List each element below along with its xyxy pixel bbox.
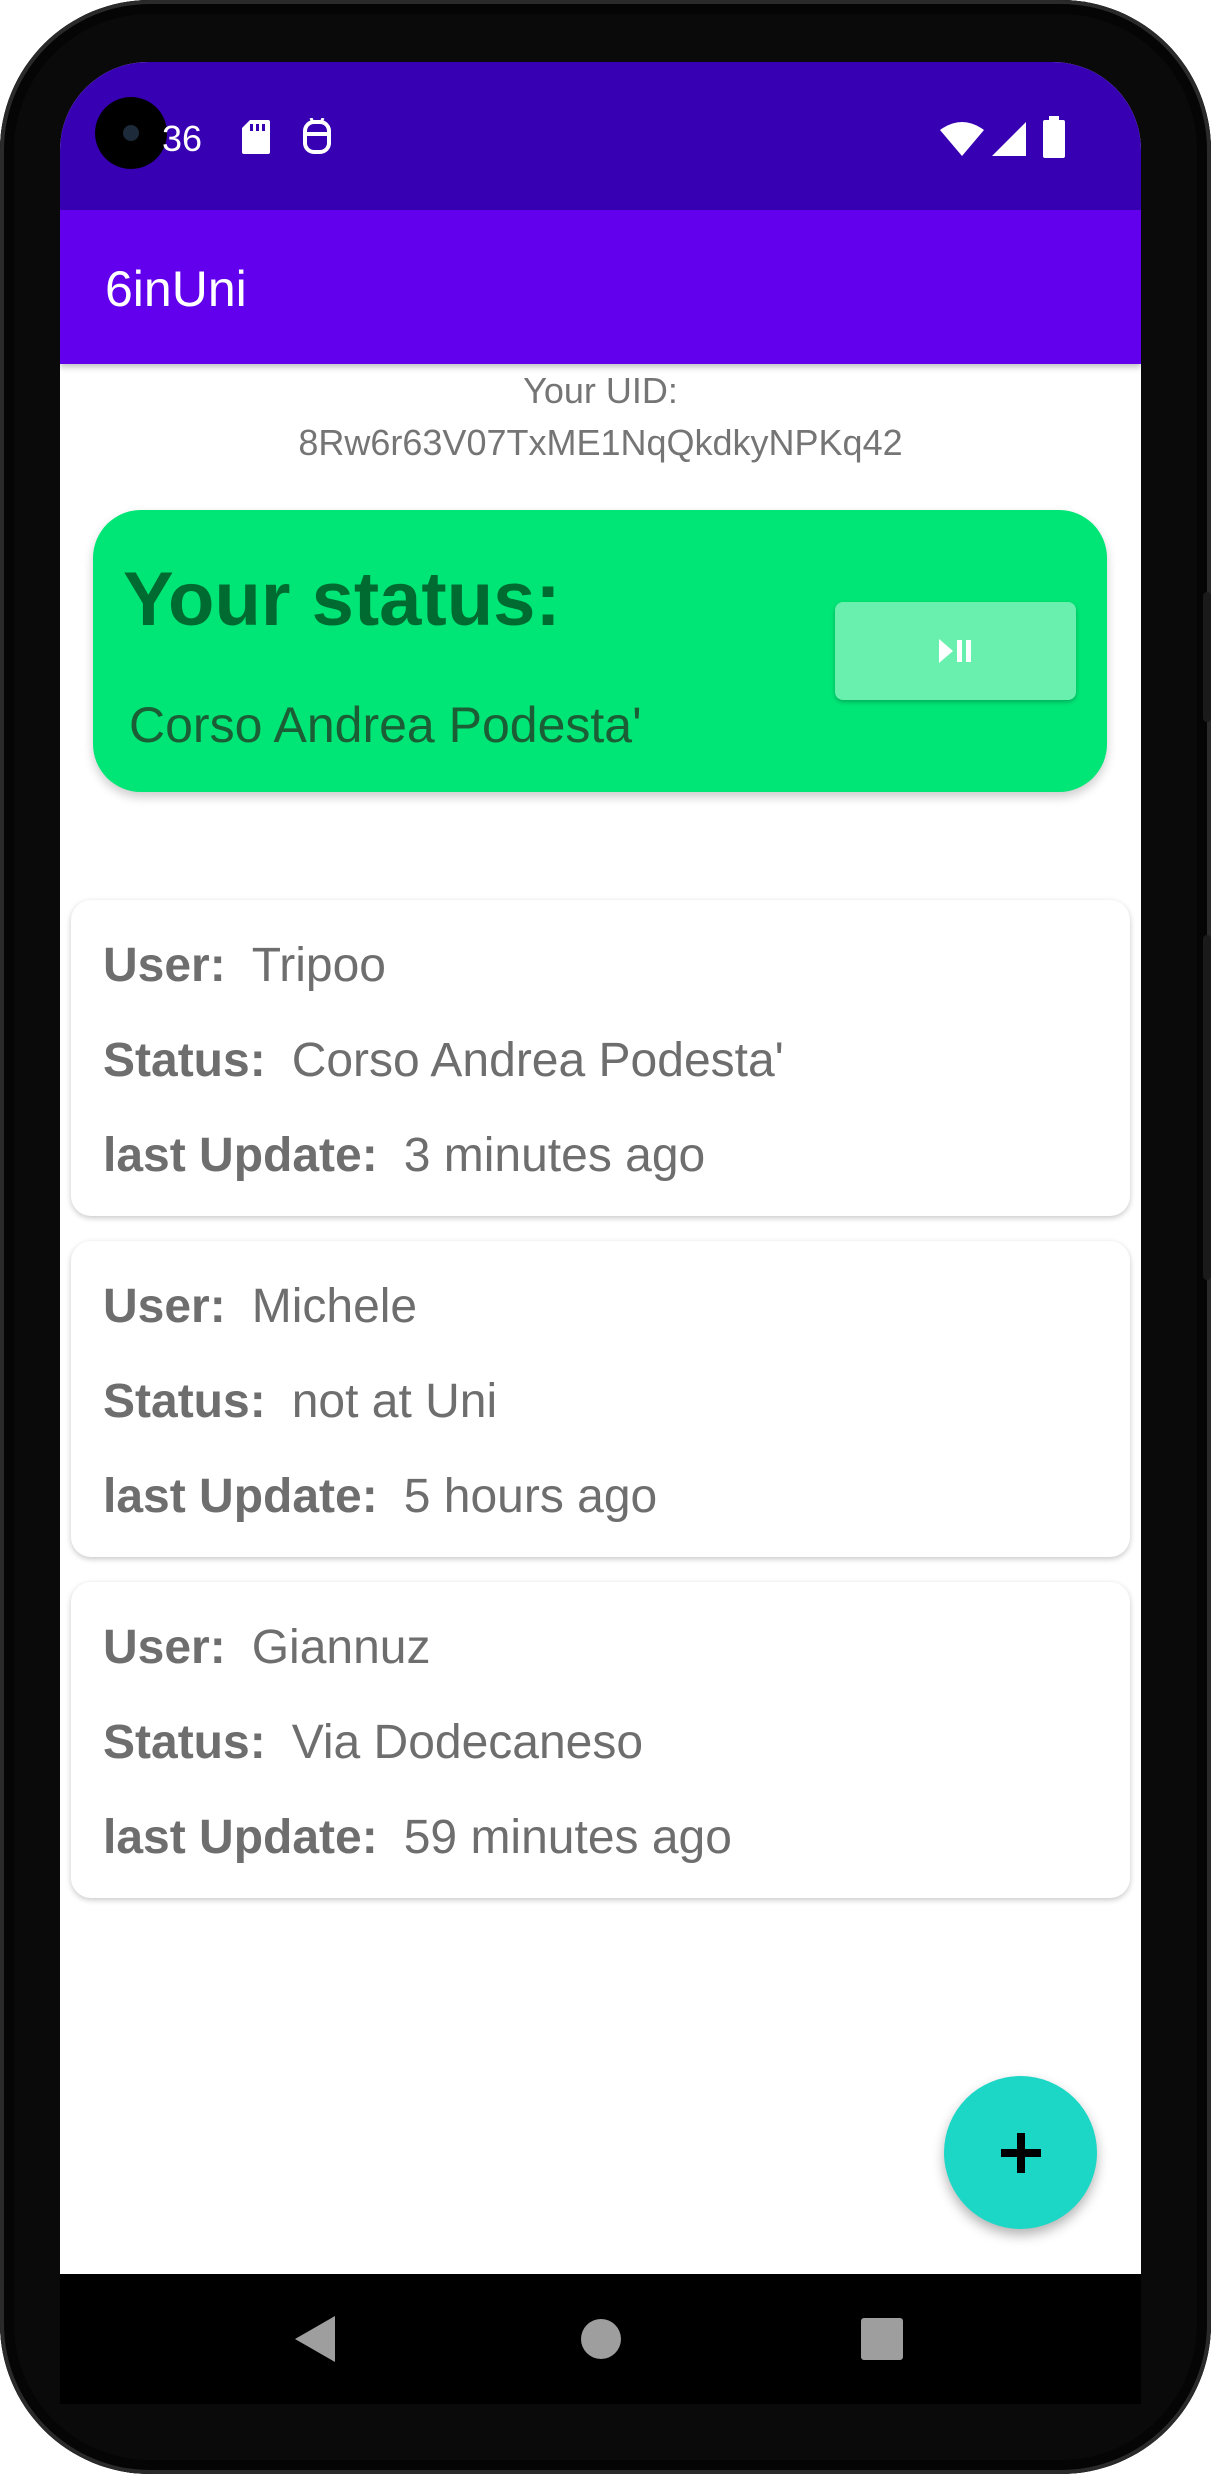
my-status-card: Your status: Corso Andrea Podesta' <box>93 510 1107 792</box>
user-status: Via Dodecaneso <box>291 1716 644 1769</box>
uid-label: Your UID: <box>523 370 678 411</box>
my-status-value: Corso Andrea Podesta' <box>129 697 642 753</box>
uid-value: 8Rw6r63V07TxME1NqQkdkyNPKq42 <box>298 422 903 463</box>
recents-icon <box>861 2318 903 2360</box>
last-update-row: last Update: 59 minutes ago <box>103 1810 732 1865</box>
status-time: 36 <box>162 118 203 159</box>
last-update-label: last Update: <box>103 1470 378 1523</box>
screen: 36 6inUni Your UID: 8Rw6r63V07TxME1NqQkd… <box>60 62 1141 2274</box>
user-last-update: 5 hours ago <box>403 1470 658 1523</box>
app-title: 6inUni <box>105 261 247 317</box>
status-label: Status: <box>103 1716 266 1769</box>
status-row: Status: Via Dodecaneso <box>103 1715 643 1770</box>
app-bar: 6inUni <box>60 210 1141 364</box>
user-name: Michele <box>251 1280 418 1333</box>
power-button <box>1203 592 1211 722</box>
status-row: Status: not at Uni <box>103 1374 497 1429</box>
user-status: Corso Andrea Podesta' <box>291 1034 784 1087</box>
user-label: User: <box>103 1280 226 1333</box>
user-status: not at Uni <box>291 1375 498 1428</box>
last-update-row: last Update: 3 minutes ago <box>103 1128 705 1183</box>
user-last-update: 3 minutes ago <box>403 1129 706 1182</box>
sd-card-icon <box>242 120 270 154</box>
user-label: User: <box>103 1621 226 1674</box>
status-row: Status: Corso Andrea Podesta' <box>103 1033 784 1088</box>
my-status-heading: Your status: <box>123 557 561 642</box>
user-row: User: Michele <box>103 1279 417 1334</box>
home-icon <box>581 2319 621 2359</box>
status-toggle-button[interactable] <box>835 602 1076 700</box>
navigation-bar <box>60 2274 1141 2404</box>
user-card[interactable]: User: Tripoo Status: Corso Andrea Podesta'… <box>71 900 1130 1216</box>
signal-icon <box>992 122 1026 156</box>
status-bar: 36 <box>60 62 1141 210</box>
status-label: Status: <box>103 1375 266 1428</box>
last-update-row: last Update: 5 hours ago <box>103 1469 657 1524</box>
status-label: Status: <box>103 1034 266 1087</box>
wifi-icon <box>940 122 984 156</box>
user-row: User: Giannuz <box>103 1620 431 1675</box>
nav-home-button[interactable] <box>531 2274 671 2404</box>
user-label: User: <box>103 939 226 992</box>
user-card[interactable]: User: Giannuz Status: Via Dodecaneso last … <box>71 1582 1130 1898</box>
back-icon <box>295 2316 335 2362</box>
user-name: Tripoo <box>251 939 386 992</box>
last-update-label: last Update: <box>103 1811 378 1864</box>
user-last-update: 59 minutes ago <box>403 1811 732 1864</box>
android-debug-icon <box>303 118 331 154</box>
last-update-label: last Update: <box>103 1129 378 1182</box>
nav-recents-button[interactable] <box>812 2274 952 2404</box>
play-pause-icon <box>938 639 971 663</box>
add-fab-button[interactable] <box>944 2076 1097 2229</box>
volume-button <box>1203 935 1211 1280</box>
user-name: Giannuz <box>251 1621 431 1674</box>
user-row: User: Tripoo <box>103 938 386 993</box>
plus-icon <box>1000 2132 1041 2173</box>
user-card[interactable]: User: Michele Status: not at Uni last Upda… <box>71 1241 1130 1557</box>
battery-icon <box>1043 116 1065 158</box>
front-camera <box>95 97 167 169</box>
nav-back-button[interactable] <box>245 2274 385 2404</box>
